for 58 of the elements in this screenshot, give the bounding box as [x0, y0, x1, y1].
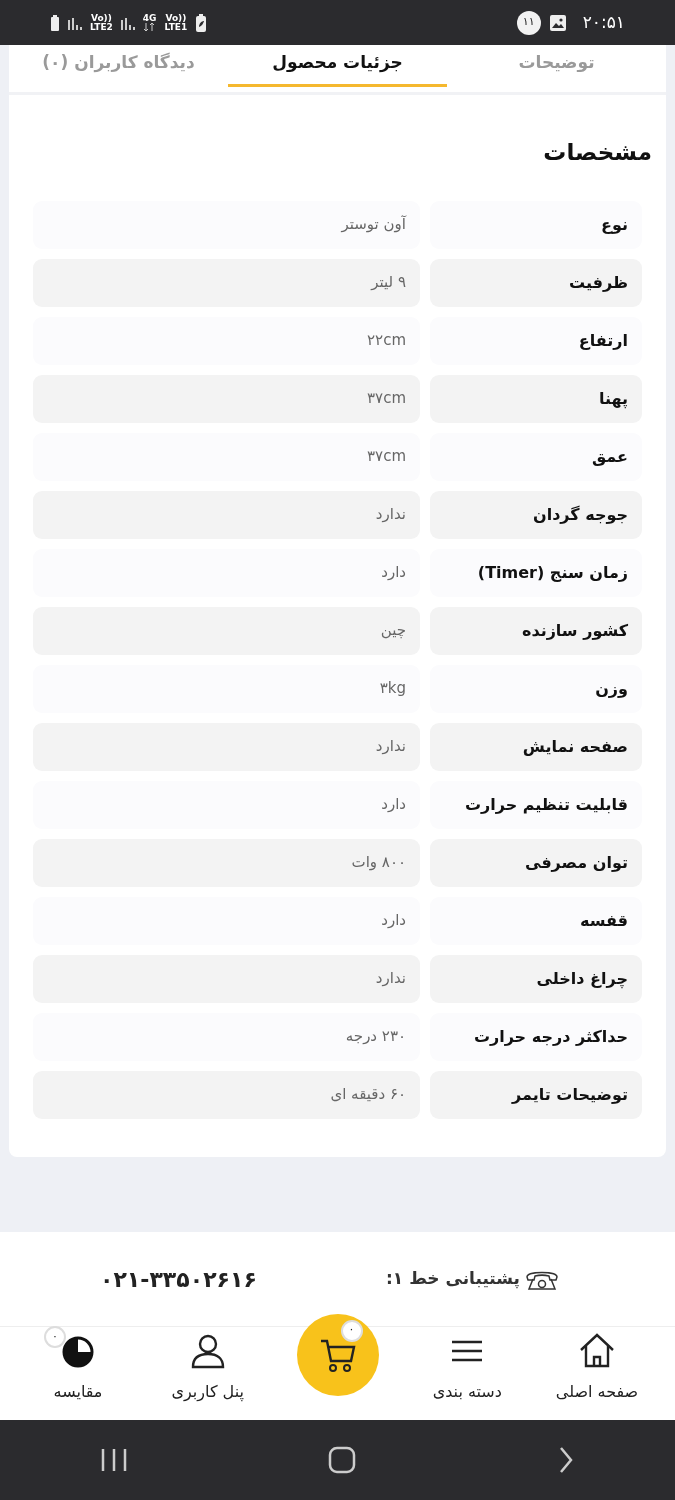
spec-value: دارد — [33, 548, 420, 597]
cart-count-badge: ۰ — [340, 1319, 363, 1342]
spec-label: عمق — [430, 432, 642, 481]
network-label: LTE2 — [90, 22, 113, 32]
spec-value: ۸۰۰ وات — [33, 838, 420, 887]
clock: ۲۰:۵۱ — [582, 10, 625, 34]
spec-label: جوجه گردان — [430, 490, 642, 539]
spec-label: صفحه نمایش — [430, 722, 642, 771]
spec-label: حداکثر درجه حرارت — [430, 1012, 642, 1061]
spec-label: وزن — [430, 664, 642, 713]
spec-label: ارتفاع — [430, 316, 642, 365]
spec-label: نوع — [430, 200, 642, 249]
data-arrows-icon — [142, 23, 155, 31]
spec-label: توضیحات تایمر — [430, 1070, 642, 1119]
spec-value: ۳۷cm — [33, 432, 420, 481]
spec-value: دارد — [33, 780, 420, 829]
spec-value: چین — [33, 606, 420, 655]
spec-label: توان مصرفی — [430, 838, 642, 887]
battery-saver-icon — [195, 12, 208, 33]
support-label: پشتیبانی خط ۱: — [386, 1267, 520, 1291]
phone-number: ۰۲۱-۳۳۵۰۲۶۱۶ — [100, 1265, 257, 1294]
spec-value: ۳۷cm — [33, 374, 420, 423]
spec-label: قفسه — [430, 896, 642, 945]
spec-value: دارد — [33, 896, 420, 945]
spec-value: ۶۰ دقیقه ای — [33, 1070, 420, 1119]
spec-value: آون توستر — [33, 200, 420, 249]
spec-value: ۹ لیتر — [33, 258, 420, 307]
nav-item[interactable]: صفحه اصلی — [537, 1324, 657, 1404]
battery-icon — [50, 13, 60, 32]
spec-value: ۳kg — [33, 664, 420, 713]
signal-icon — [120, 15, 135, 30]
section-heading: مشخصات — [542, 138, 652, 167]
spec-label: کشور سازنده — [430, 606, 642, 655]
cart-button[interactable]: ۰ — [296, 1313, 379, 1396]
nav-item[interactable]: پنل کاربری — [147, 1324, 268, 1404]
spec-label: ظرفیت — [430, 258, 642, 307]
spec-value: ۲۲cm — [33, 316, 420, 365]
nav-item[interactable]: ۰ مقایسه — [18, 1324, 138, 1404]
spec-label: پهنا — [430, 374, 642, 423]
network-label: 4G — [142, 14, 157, 23]
home-button-icon — [327, 1446, 356, 1474]
signal-icon — [68, 15, 82, 30]
spec-label: زمان سنج (Timer) — [430, 548, 642, 597]
recent-apps-icon — [99, 1447, 128, 1473]
spec-value: ندارد — [33, 490, 420, 539]
compare-count-badge: ۰ — [44, 1326, 66, 1348]
nav-item[interactable]: دسته بندی — [407, 1324, 528, 1404]
spec-label: قابلیت تنظیم حرارت — [430, 780, 642, 829]
network-label: LTE1 — [164, 22, 188, 32]
spec-value: ۲۳۰ درجه — [33, 1012, 420, 1061]
network-label: Vo)) — [164, 13, 188, 23]
spec-value: ندارد — [33, 954, 420, 1003]
image-icon — [548, 13, 567, 32]
network-label: Vo)) — [90, 13, 113, 23]
tab[interactable]: جزئیات محصول — [228, 45, 447, 92]
spec-label: چراغ داخلی — [430, 954, 642, 1003]
notification-badge: ۱۱ — [516, 10, 541, 35]
spec-value: ندارد — [33, 722, 420, 771]
